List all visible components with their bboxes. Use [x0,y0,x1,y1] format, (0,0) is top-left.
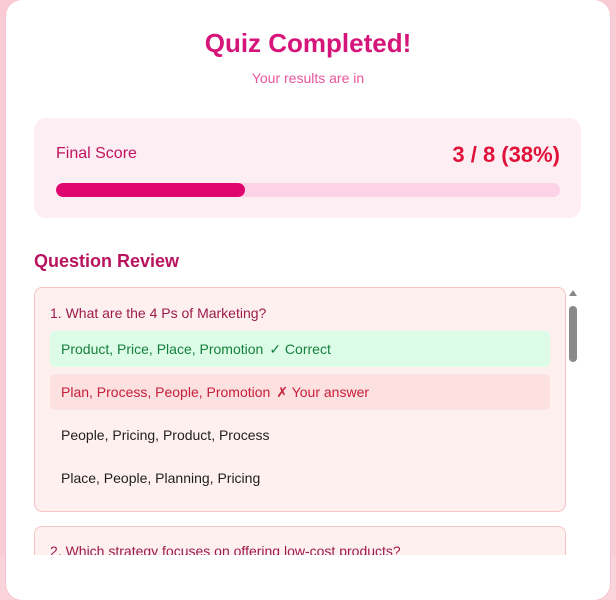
results-card: Quiz Completed! Your results are in Fina… [6,0,610,600]
page-subtitle: Your results are in [251,70,365,86]
score-value: 3 / 8 (38%) [452,142,560,167]
question-review-list[interactable]: 1. What are the 4 Ps of Marketing? Produ… [34,287,582,555]
question-card: 2. Which strategy focuses on offering lo… [34,526,566,555]
your-answer-tag: ✗ Your answer [276,384,370,400]
option-label: Product, Price, Place, Promotion [61,341,264,357]
question-card: 1. What are the 4 Ps of Marketing? Produ… [34,287,566,512]
option-neutral: Place, People, Planning, Pricing [50,460,550,496]
correct-tag: ✓ Correct [269,341,331,357]
score-panel: Final Score 3 / 8 (38%) [34,118,581,218]
option-label: Place, People, Planning, Pricing [61,470,261,486]
option-label: People, Pricing, Product, Process [61,427,270,443]
option-neutral: People, Pricing, Product, Process [50,417,550,453]
score-progress-bar [56,183,560,197]
option-correct: Product, Price, Place, Promotion ✓ Correc… [50,331,550,367]
question-text: 2. Which strategy focuses on offering lo… [50,543,401,555]
review-scrollbar[interactable] [566,290,580,555]
score-progress-fill [56,183,245,197]
score-label: Final Score [56,145,137,162]
option-label: Plan, Process, People, Promotion [61,384,271,400]
question-review-heading: Question Review [34,251,180,271]
question-text: 1. What are the 4 Ps of Marketing? [50,305,267,321]
page-title: Quiz Completed! [204,28,412,58]
scroll-up-arrow-icon[interactable] [569,290,577,296]
scrollbar-thumb[interactable] [569,306,577,362]
option-your-answer: Plan, Process, People, Promotion ✗ Your a… [50,374,550,410]
